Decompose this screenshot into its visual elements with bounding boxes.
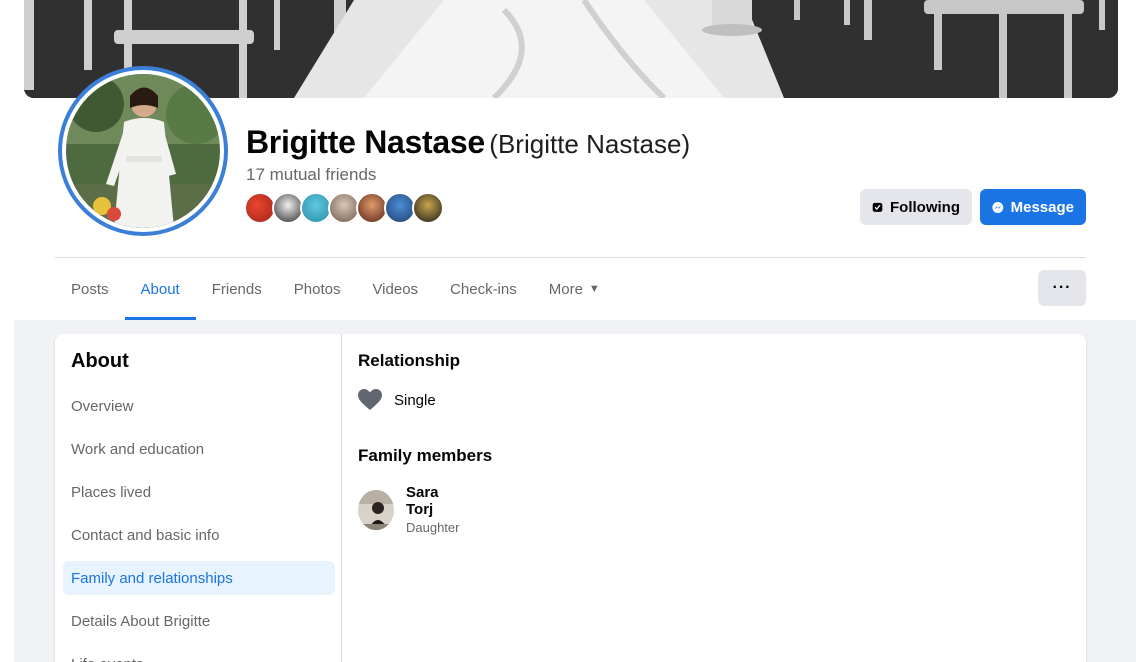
tab-more[interactable]: More ▼ (533, 260, 616, 318)
tab-check-ins[interactable]: Check-ins (434, 260, 533, 318)
family-member-item[interactable]: Sara Torj Daughter (358, 484, 463, 535)
more-options-button[interactable]: ··· (1038, 270, 1086, 306)
mutual-friends-faces (244, 192, 444, 224)
sidebar-item-contact-info[interactable]: Contact and basic info (63, 518, 335, 552)
tab-photos[interactable]: Photos (278, 260, 357, 318)
mutual-friends-count[interactable]: 17 mutual friends (246, 165, 376, 185)
following-icon (872, 202, 883, 212)
relationship-status: Single (394, 391, 436, 409)
profile-name-row: Brigitte Nastase (Brigitte Nastase) (246, 124, 690, 161)
header-divider (55, 257, 1086, 258)
messenger-icon (992, 201, 1004, 213)
tab-more-label: More (548, 280, 583, 298)
sidebar-item-details[interactable]: Details About Brigitte (63, 604, 335, 638)
tab-friends[interactable]: Friends (196, 260, 278, 318)
tab-about[interactable]: About (124, 260, 196, 320)
tab-videos[interactable]: Videos (356, 260, 434, 318)
profile-name: Brigitte Nastase (246, 124, 485, 160)
family-members-title: Family members (358, 446, 493, 465)
relationship-title: Relationship (358, 351, 461, 370)
sidebar-item-family-relationships[interactable]: Family and relationships (63, 561, 335, 595)
heart-icon (358, 389, 382, 410)
family-member-name[interactable]: Sara Torj (406, 484, 464, 518)
sidebar-item-places-lived[interactable]: Places lived (63, 475, 335, 509)
family-member-avatar[interactable] (358, 489, 394, 530)
profile-tabs: Posts About Friends Photos Videos Check-… (55, 260, 616, 320)
following-label: Following (890, 198, 960, 216)
sidebar-item-life-events[interactable]: Life events (63, 647, 335, 662)
caret-down-icon: ▼ (588, 283, 600, 295)
profile-page: Brigitte Nastase (Brigitte Nastase) 17 m… (0, 0, 1136, 662)
sidebar-item-work-education[interactable]: Work and education (63, 432, 335, 466)
more-dots-icon: ··· (1052, 279, 1072, 296)
profile-photo (66, 74, 220, 228)
about-title: About (71, 350, 129, 372)
profile-avatar[interactable] (58, 66, 228, 236)
profile-alternate-name: (Brigitte Nastase) (489, 129, 691, 159)
friend-avatar[interactable] (412, 192, 444, 224)
message-label: Message (1010, 198, 1074, 216)
about-sidebar: About Overview Work and education Places… (55, 334, 342, 662)
relationship-row: Single (358, 389, 436, 411)
following-button[interactable]: Following (860, 189, 972, 225)
about-card: About Overview Work and education Places… (55, 334, 1086, 662)
family-member-role: Daughter (405, 520, 460, 535)
tab-posts[interactable]: Posts (55, 260, 125, 318)
sidebar-item-overview[interactable]: Overview (63, 389, 335, 423)
message-button[interactable]: Message (980, 189, 1086, 225)
